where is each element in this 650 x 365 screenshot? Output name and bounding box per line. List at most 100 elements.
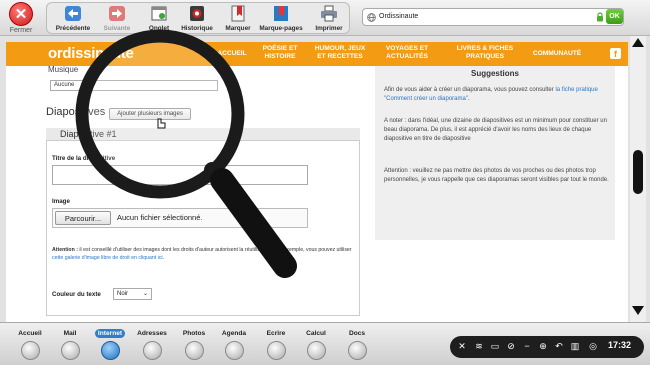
dock-app-photos[interactable]: Photos xyxy=(174,329,214,360)
printer-icon xyxy=(321,5,337,22)
help-icon[interactable]: ◎ xyxy=(586,340,600,352)
attention-end: . xyxy=(162,255,165,261)
attention-bold: Attention : xyxy=(52,247,78,253)
documents-icon xyxy=(347,341,367,360)
photos-icon xyxy=(184,341,204,360)
chevron-down-icon: ⌄ xyxy=(142,291,148,297)
nav-humour[interactable]: HUMOUR, JEUX ET RECETTES xyxy=(310,45,370,61)
wifi-icon[interactable]: ≋ xyxy=(472,340,486,352)
lock-icon xyxy=(597,12,603,22)
dock-mail-label: Mail xyxy=(63,330,77,337)
back-arrow-icon xyxy=(65,6,81,21)
history-button[interactable]: Historique xyxy=(179,4,215,34)
file-status: Aucun fichier sélectionné. xyxy=(117,213,203,222)
back-label: Précédente xyxy=(55,25,91,32)
facebook-icon[interactable]: f xyxy=(610,48,621,59)
dock-app-agenda[interactable]: Agenda xyxy=(214,329,254,360)
dock-ecrire-label: Ecrire xyxy=(266,330,286,337)
suggestion-paragraph-3: Attention : veuillez ne pas mettre des p… xyxy=(384,168,609,183)
musique-label: Musique xyxy=(48,65,79,74)
globe-icon xyxy=(100,341,120,360)
attention-text: il est conseillé d'utiliser des images d… xyxy=(77,247,352,253)
scroll-up-arrow-icon[interactable] xyxy=(632,38,644,47)
nav-communaute[interactable]: COMMUNAUTÉ xyxy=(527,50,587,58)
print-label: Imprimer xyxy=(315,25,343,32)
dock-app-ecrire[interactable]: Ecrire xyxy=(256,329,296,360)
nav-voyages[interactable]: VOYAGES ET ACTUALITÉS xyxy=(378,45,436,61)
close-label: Fermer xyxy=(9,27,33,34)
navigation-tools: Précédente Suivante Onglet Historique Ma… xyxy=(46,2,350,34)
musique-select[interactable]: Aucune xyxy=(50,80,218,91)
dock-docs-label: Docs xyxy=(348,330,366,337)
bookmarks-icon xyxy=(274,6,288,21)
address-bar[interactable]: Ordissinaute xyxy=(362,8,624,26)
volume-down-icon[interactable]: − xyxy=(520,340,534,352)
nav-accueil[interactable]: ACCUEIL xyxy=(214,50,250,58)
dock-app-docs[interactable]: Docs xyxy=(337,329,377,360)
forward-button[interactable]: Suivante xyxy=(97,4,137,34)
volume-up-icon[interactable]: ⊕ xyxy=(536,340,550,352)
address-text: Ordissinaute xyxy=(379,13,419,20)
nav-poesie[interactable]: POÉSIE ET HISTOIRE xyxy=(256,45,304,61)
nav-livres[interactable]: LIVRES & FICHES PRATIQUES xyxy=(443,45,527,61)
forward-arrow-icon xyxy=(109,6,125,21)
globe-icon xyxy=(367,13,376,22)
history-label: Historique xyxy=(181,25,213,32)
calculator-icon xyxy=(306,341,326,360)
bookmark-icon xyxy=(231,5,245,22)
undo-icon[interactable]: ↶ xyxy=(552,340,566,352)
dock-calcul-label: Calcul xyxy=(306,330,326,337)
back-button[interactable]: Précédente xyxy=(53,4,93,34)
history-icon xyxy=(190,6,204,21)
trash-icon[interactable]: ▥ xyxy=(568,340,582,352)
bookmarks-button[interactable]: Marque-pages xyxy=(257,4,305,34)
dock-app-mail[interactable]: Mail xyxy=(50,329,90,360)
couleur-select[interactable]: Noir ⌄ xyxy=(113,288,152,300)
dock-agenda-label: Agenda xyxy=(221,330,247,337)
diapositive-header: Diapositive #1 xyxy=(46,128,360,141)
battery-icon[interactable]: ▭ xyxy=(488,340,502,352)
dock-adresses-label: Adresses xyxy=(137,330,167,337)
mute-icon[interactable]: ⊘ xyxy=(504,340,518,352)
tab-button[interactable]: Onglet xyxy=(143,4,175,34)
browse-button[interactable]: Parcourir... xyxy=(55,211,111,225)
suggestion-paragraph-1: Afin de vous aider à créer un diaporama,… xyxy=(384,86,610,104)
couleur-value: Noir xyxy=(117,291,129,297)
dock-app-calcul[interactable]: Calcul xyxy=(296,329,336,360)
bookmark-button[interactable]: Marquer xyxy=(221,4,255,34)
suggestion-paragraph-2: A noter : dans l'idéal, une dizaine de d… xyxy=(384,118,607,142)
write-icon xyxy=(266,341,286,360)
couleur-label: Couleur du texte xyxy=(52,291,101,298)
scroll-thumb[interactable] xyxy=(633,150,643,194)
file-input[interactable]: Parcourir... Aucun fichier sélectionné. xyxy=(52,208,308,228)
dock-app-internet[interactable]: Internet xyxy=(90,329,130,360)
dock-photos-label: Photos xyxy=(182,330,206,337)
contacts-icon xyxy=(142,341,162,360)
tools-icon[interactable]: ✕ xyxy=(455,340,469,352)
attention-note: Attention : il est conseillé d'utiliser … xyxy=(52,246,352,262)
titre-label: Titre de la diapositive xyxy=(52,155,116,162)
image-label: Image xyxy=(52,198,70,205)
dock-app-adresses[interactable]: Adresses xyxy=(132,329,172,360)
web-content: ordissinaute ACCUEIL POÉSIE ET HISTOIRE … xyxy=(0,36,650,322)
diapositive-title: Diapositive #1 xyxy=(60,129,117,139)
scroll-down-arrow-icon[interactable] xyxy=(632,306,644,315)
dock-accueil-label: Accueil xyxy=(18,330,42,337)
site-logo[interactable]: ordissinaute xyxy=(48,45,134,62)
close-icon: ✕ xyxy=(9,2,33,26)
gallery-link[interactable]: cette galerie d'image libre de droit en … xyxy=(52,255,163,261)
dock-app-accueil[interactable]: Accueil xyxy=(10,329,50,360)
add-images-button[interactable]: Ajouter plusieurs images xyxy=(109,108,191,120)
bookmark-label: Marquer xyxy=(225,25,251,32)
print-button[interactable]: Imprimer xyxy=(311,4,347,34)
calendar-icon xyxy=(224,341,244,360)
go-button[interactable]: OK xyxy=(606,9,623,24)
forward-label: Suivante xyxy=(103,25,131,32)
suggestions-title: Suggestions xyxy=(470,69,519,78)
clock: 17:32 xyxy=(608,340,632,350)
tab-label: Onglet xyxy=(148,25,170,32)
close-button[interactable]: ✕ Fermer xyxy=(4,2,38,36)
titre-input[interactable] xyxy=(52,165,308,185)
home-icon xyxy=(20,341,40,360)
diapositives-heading: Diapositives xyxy=(46,106,106,118)
